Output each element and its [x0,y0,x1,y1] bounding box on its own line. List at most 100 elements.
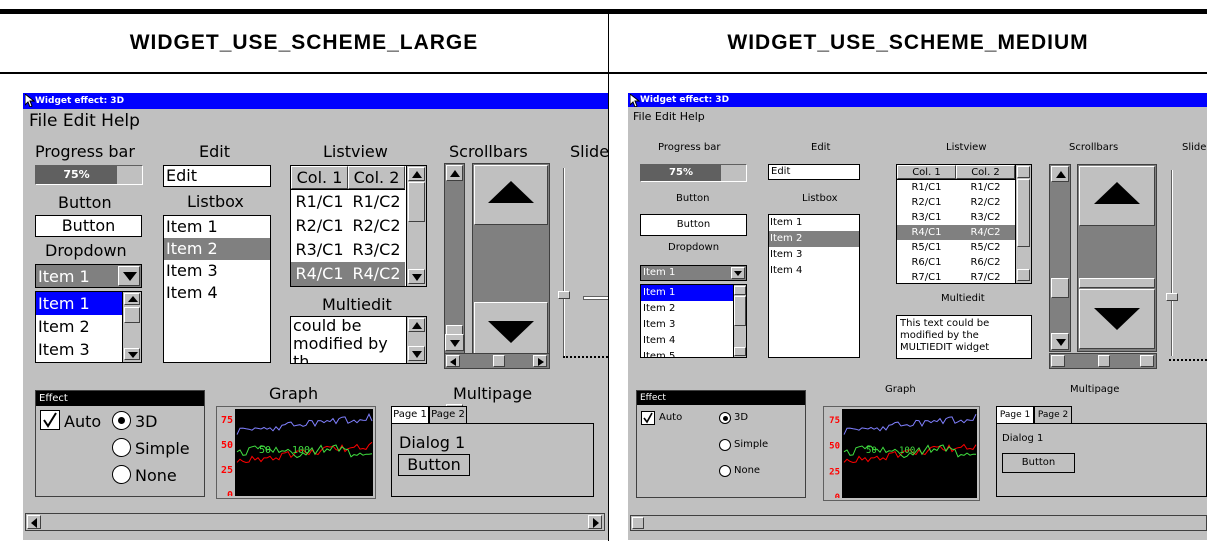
menu-items-medium[interactable]: File Edit Help [633,110,705,123]
listview-row[interactable]: R1/C1 R1/C2 [291,190,405,214]
listview-row[interactable]: R4/C1 R4/C2 [291,262,405,286]
small-vertical-scrollbar-medium[interactable] [1049,164,1071,352]
menu-items[interactable]: File Edit Help [29,111,140,131]
multipage-medium[interactable]: Page 1 Page 2 Dialog 1 Button [996,406,1207,497]
listview-row[interactable]: R2/C1 R2/C2 [897,195,1015,210]
graph-y-tick: 50 [221,440,233,451]
listview-cell: R1/C1 [911,182,942,193]
dropdown-list-item[interactable]: Item 3 [641,317,733,333]
horizontal-scrollbar-small[interactable] [444,353,550,369]
menu-bar[interactable]: File Edit Help [23,109,608,133]
listview-cell: R2/C2 [352,216,401,235]
listview-header[interactable]: Col. 1 Col. 2 [291,166,405,190]
horizontal-scrollbar-small-medium[interactable] [1049,353,1157,369]
listbox-item[interactable]: Item 4 [164,282,270,304]
multiedit[interactable]: could be modified by th [290,316,427,364]
vertical-slider-track-medium[interactable] [1171,170,1173,356]
dialog-button-medium[interactable]: Button [1002,453,1075,473]
auto-checkbox-medium[interactable] [641,411,655,425]
window-title: Widget effect: 3D [35,96,125,106]
listbox[interactable]: Item 1 Item 2 Item 3 Item 4 [163,215,271,363]
dropdown-list-medium[interactable]: Item 1 Item 2 Item 3 Item 4 Item 5 [640,284,747,358]
listview-column-header[interactable]: Col. 2 [348,166,405,189]
listbox-item[interactable]: Item 3 [164,260,270,282]
dropdown-list-item[interactable]: Item 1 [641,285,733,301]
radio-3d-medium[interactable] [719,412,731,424]
dropdown-field[interactable]: Item 1 [35,264,142,288]
dropdown-chevron-down-icon[interactable] [731,267,745,279]
small-vertical-scrollbar[interactable] [444,163,465,420]
radio-none[interactable] [112,465,131,484]
radio-3d[interactable] [112,411,131,430]
dropdown-list-item[interactable]: Item 4 [641,333,733,349]
edit-field[interactable]: Edit [163,165,271,187]
listbox-item[interactable]: Item 1 [164,216,270,238]
dropdown-scrollbar[interactable] [122,292,141,362]
dropdown-list[interactable]: Item 1Item 2Item 3Item 4Item 5 [35,291,142,363]
listview-row[interactable]: R3/C1 R3/C2 [291,238,405,262]
dropdown-list-item[interactable]: Item 5 [641,349,733,357]
dropdown-list-item[interactable]: Item 3 [36,338,122,361]
listbox-item[interactable]: Item 3 [769,247,859,263]
graph-label-medium: Graph [885,384,916,395]
listview[interactable]: Col. 1 Col. 2 R1/C1 R1/C2 R2/C1 R2/C2 R3/C1 R3/… [290,165,427,287]
dropdown-list-item[interactable]: Item 1 [36,292,122,315]
vertical-slider-track[interactable] [563,168,565,358]
listview-header[interactable]: Col. 1 Col. 2 [897,165,1015,180]
vertical-slider-thumb-medium[interactable] [1166,293,1178,301]
demo-button-medium[interactable]: Button [640,214,747,236]
listview-row[interactable]: R5/C1R5/C2 [291,286,405,287]
graph-y-tick: 0 [227,490,233,496]
mouse-cursor-icon [630,94,640,107]
listview-scroll-thumb[interactable] [408,182,425,222]
window-horizontal-scrollbar[interactable] [25,513,605,531]
tab-page-2-medium[interactable]: Page 2 [1034,406,1072,423]
listview-row[interactable]: R5/C1R5/C2 [897,240,1015,255]
listbox-item[interactable]: Item 2 [769,231,859,247]
demo-button[interactable]: Button [35,215,142,237]
listview-scrollbar[interactable] [406,166,426,286]
large-vertical-scrollbar[interactable] [472,163,550,363]
tab-page-1-medium[interactable]: Page 1 [996,406,1034,423]
large-vertical-scrollbar-medium[interactable] [1077,164,1157,352]
listbox-item[interactable]: Item 2 [164,238,270,260]
auto-checkbox[interactable] [40,410,60,430]
multipage[interactable]: Page 1 Page 2 Dialog 1 Button [391,406,594,497]
dropdown-list-item[interactable]: Item 4 [36,361,122,362]
menu-bar-medium[interactable]: File Edit Help [628,107,1207,125]
column-divider [608,14,609,541]
listview-row[interactable]: R2/C1 R2/C2 [291,214,405,238]
listview-row[interactable]: R3/C1 R3/C2 [897,210,1015,225]
dropdown-scroll-thumb[interactable] [124,307,140,323]
dropdown-list-item[interactable]: Item 2 [641,301,733,317]
horizontal-slider-track[interactable] [583,296,608,300]
dialog-button[interactable]: Button [398,454,470,476]
listview-row[interactable]: R1/C1 R1/C2 [897,180,1015,195]
radio-simple[interactable] [112,438,131,457]
listview-column-header[interactable]: Col. 1 [897,165,956,179]
listview-row[interactable]: R6/C1 R6/C2 [897,255,1015,270]
listview-column-header[interactable]: Col. 2 [956,165,1015,179]
listview-row[interactable]: R4/C1 R4/C2 [897,225,1015,240]
listview-column-header[interactable]: Col. 1 [291,166,348,189]
dropdown-chevron-down-icon[interactable] [118,266,140,286]
listview-cell: R6/C2 [970,257,1001,268]
listview-row[interactable]: R7/C1 R7/C2 [897,270,1015,283]
listview-medium[interactable]: Col. 1 Col. 2 R1/C1 R1/C2 R2/C1 R2/C2 R3/C1 R3/… [896,164,1032,284]
window-horizontal-scrollbar-medium[interactable] [630,515,1207,531]
radio-simple-medium[interactable] [719,439,731,451]
large-scroll-up-button[interactable] [474,165,548,225]
tab-page-1[interactable]: Page 1 [391,406,429,423]
listbox-item[interactable]: Item 4 [769,263,859,279]
vertical-slider-thumb[interactable] [558,291,570,299]
multiedit-medium[interactable]: This text could be modified by the MULTIED… [896,315,1032,359]
dropdown-list-item[interactable]: Item 2 [36,315,122,338]
tab-page-2[interactable]: Page 2 [429,406,467,423]
listbox-item[interactable]: Item 1 [769,215,859,231]
listbox-medium[interactable]: Item 1 Item 2 Item 3 Item 4 [768,214,860,358]
listview-cell: R4/C2 [352,264,401,283]
small-scroll-down-button[interactable] [445,334,464,351]
dropdown-field-medium[interactable]: Item 1 [640,265,747,281]
edit-field-medium[interactable]: Edit [768,164,860,180]
radio-none-medium[interactable] [719,465,731,477]
